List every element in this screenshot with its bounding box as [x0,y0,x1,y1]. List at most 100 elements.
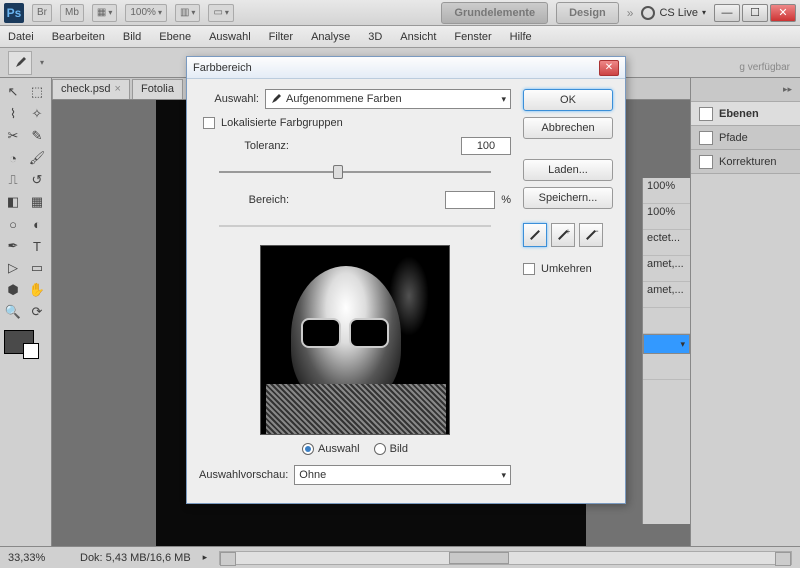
radio-bild[interactable]: Bild [374,443,408,455]
radio-bild-label: Bild [390,443,408,455]
cslive-menu[interactable]: CS Live ▾ [641,6,706,20]
doc-tab-1-label: check.psd [61,83,111,95]
paths-icon [699,131,713,145]
ok-button[interactable]: OK [523,89,613,111]
color-swatches[interactable] [4,330,34,354]
extras-dropdown[interactable]: ▭ [208,4,233,22]
dialog-close-button[interactable]: ✕ [599,60,619,76]
move-tool[interactable]: ↖ [2,82,24,102]
load-button[interactable]: Laden... [523,159,613,181]
stamp-tool[interactable]: ⎍ [2,170,24,190]
cancel-button[interactable]: Abbrechen [523,117,613,139]
shape-tool[interactable]: ▭ [26,258,48,278]
workspace-design[interactable]: Design [556,2,619,24]
lasso-tool[interactable]: ⌇ [2,104,24,124]
vorschau-value: Ohne [299,469,326,481]
horizontal-scrollbar[interactable] [219,551,792,565]
minimize-button[interactable]: — [714,4,740,22]
close-button[interactable]: ✕ [770,4,796,22]
gradient-tool[interactable]: ▦ [26,192,48,212]
eyedropper-tool[interactable]: ✎ [26,126,48,146]
panel-collapse-arrows[interactable]: ▸▸ [691,78,800,102]
umkehren-checkbox[interactable] [523,263,535,275]
dok-size[interactable]: Dok: 5,43 MB/16,6 MB [80,552,191,564]
zoom-tool[interactable]: 🔍 [2,302,24,322]
panel-ebenen[interactable]: Ebenen [691,102,800,126]
workspace-grundelemente[interactable]: Grundelemente [441,2,548,24]
eyedropper-subtract-button[interactable] [579,223,603,247]
cslive-icon [641,6,655,20]
crop-tool[interactable]: ✂ [2,126,24,146]
save-button[interactable]: Speichern... [523,187,613,209]
menu-analyse[interactable]: Analyse [311,31,350,43]
type-tool[interactable]: T [26,236,48,256]
bereich-label: Bereich: [199,194,289,206]
menu-fenster[interactable]: Fenster [454,31,491,43]
eraser-tool[interactable]: ◧ [2,192,24,212]
active-tool-eyedropper-icon[interactable] [8,51,32,75]
pen-tool[interactable]: ✒ [2,236,24,256]
wand-tool[interactable]: ✧ [26,104,48,124]
toleranz-label: Toleranz: [199,140,289,152]
marquee-tool[interactable]: ⬚ [26,82,48,102]
layer-snip: amet,... [647,284,684,296]
bereich-slider [219,217,491,235]
toolbox: ↖ ⬚ ⌇ ✧ ✂ ✎ ◔ 🖌 ⎍ ↺ ◧ ▦ ○ ◐ ✒ T ▷ ▭ ⬢ ✋ … [0,78,52,546]
lokal-label: Lokalisierte Farbgruppen [221,117,343,129]
layers-icon [699,107,713,121]
menu-bearbeiten[interactable]: Bearbeiten [52,31,105,43]
bereich-input [445,191,495,209]
maximize-button[interactable]: ☐ [742,4,768,22]
photoshop-logo-icon: Ps [4,3,24,23]
radio-auswahl[interactable]: Auswahl [302,443,360,455]
panel-pfade-label: Pfade [719,132,748,144]
hand-tool[interactable]: ✋ [26,280,48,300]
panel-ebenen-label: Ebenen [719,108,759,120]
menu-ansicht[interactable]: Ansicht [400,31,436,43]
rotate-tool[interactable]: ⟳ [26,302,48,322]
menu-bild[interactable]: Bild [123,31,141,43]
menu-filter[interactable]: Filter [269,31,293,43]
eyedropper-sample-button[interactable] [523,223,547,247]
farbbereich-dialog: Farbbereich ✕ Auswahl: Aufgenommene Farb… [186,56,626,504]
vorschau-label: Auswahlvorschau: [199,469,288,481]
zoom-display[interactable]: 33,33% [8,552,68,564]
panel-korrekturen[interactable]: Korrekturen [691,150,800,174]
bridge-button[interactable]: Br [32,4,52,22]
menu-hilfe[interactable]: Hilfe [510,31,532,43]
minibridge-button[interactable]: Mb [60,4,84,22]
brush-tool[interactable]: 🖌 [26,148,48,168]
arrange-dropdown[interactable]: ▥ [175,4,200,22]
doc-tab-2[interactable]: Fotolia [132,79,183,99]
toleranz-input[interactable] [461,137,511,155]
dialog-title: Farbbereich [193,62,599,74]
panel-pfade[interactable]: Pfade [691,126,800,150]
doc-tab-1[interactable]: check.psd × [52,79,130,99]
dodge-tool[interactable]: ◐ [26,214,48,234]
history-brush-tool[interactable]: ↺ [26,170,48,190]
screen-mode-dropdown[interactable]: ▦ [92,4,117,22]
menu-datei[interactable]: Datei [8,31,34,43]
lokal-checkbox[interactable] [203,117,215,129]
zoom-dropdown[interactable]: 100% [125,4,167,22]
menu-3d[interactable]: 3D [368,31,382,43]
panel-korr-label: Korrekturen [719,156,776,168]
fill-label: 100% [647,206,675,218]
dialog-titlebar[interactable]: Farbbereich ✕ [187,57,625,79]
menu-auswahl[interactable]: Auswahl [209,31,251,43]
vorschau-dropdown[interactable]: Ohne [294,465,511,485]
close-icon[interactable]: × [115,83,121,95]
auswahl-value: Aufgenommene Farben [286,93,402,105]
eyedropper-add-button[interactable] [551,223,575,247]
bereich-unit: % [501,194,511,206]
auswahl-dropdown[interactable]: Aufgenommene Farben [265,89,511,109]
3d-tool[interactable]: ⬢ [2,280,24,300]
heal-tool[interactable]: ◔ [2,148,24,168]
toleranz-slider[interactable] [219,163,491,181]
menu-ebene[interactable]: Ebene [159,31,191,43]
blur-tool[interactable]: ○ [2,214,24,234]
path-tool[interactable]: ▷ [2,258,24,278]
selected-layer[interactable] [643,334,690,354]
selection-preview[interactable] [260,245,450,435]
workspace-more-icon[interactable]: » [627,6,634,20]
